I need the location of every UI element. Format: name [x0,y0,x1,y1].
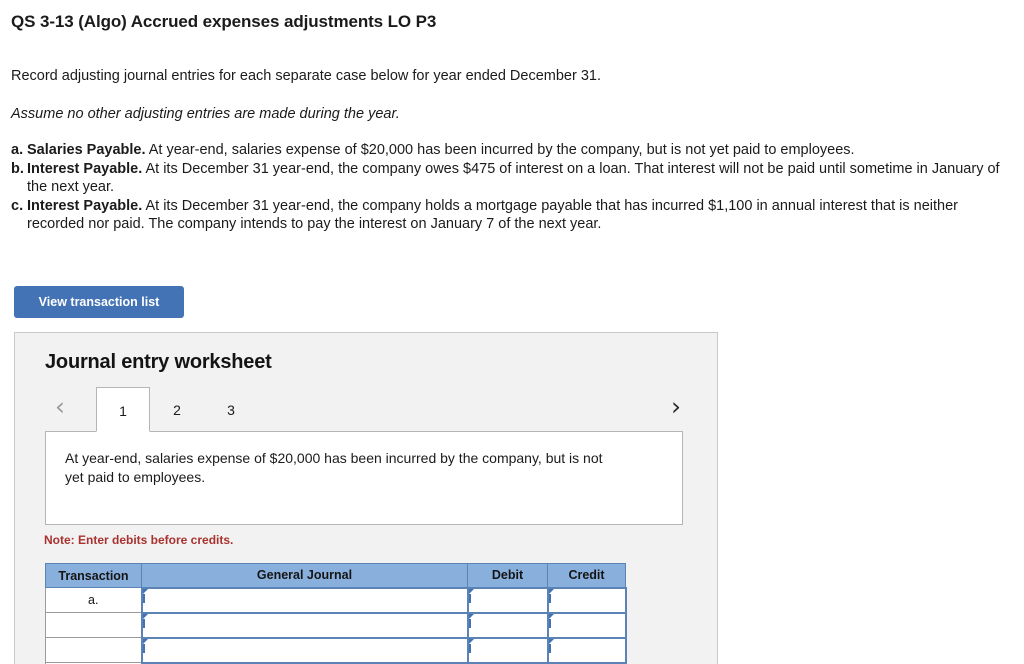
column-header-debit: Debit [467,563,548,588]
worksheet-description-box: At year-end, salaries expense of $20,000… [45,431,683,525]
column-header-credit: Credit [547,563,626,588]
worksheet-description-text: At year-end, salaries expense of $20,000… [65,450,603,485]
dropdown-flag-icon [548,613,554,628]
table-row [45,611,627,639]
chevron-left-icon[interactable]: ‹ [55,394,65,420]
debits-before-credits-note: Note: Enter debits before credits. [44,533,234,547]
input-general-journal-3[interactable] [140,636,469,664]
dropdown-flag-icon [142,638,148,653]
tab-2[interactable]: 2 [150,387,204,431]
case-marker-c: c. [11,197,24,214]
case-item-b: b. Interest Payable. At its December 31 … [11,160,1016,197]
case-item-c: c. Interest Payable. At its December 31 … [11,197,1016,234]
dropdown-flag-icon [142,588,148,603]
dropdown-flag-icon [142,613,148,628]
input-credit-1[interactable] [546,586,627,614]
dropdown-flag-icon [548,588,554,603]
chevron-right-icon[interactable]: › [671,394,681,420]
case-body-b: Interest Payable. At its December 31 yea… [27,160,1016,197]
input-general-journal-1[interactable] [140,586,469,614]
case-marker-b: b. [11,160,24,177]
dropdown-flag-icon [548,638,554,653]
journal-entry-table: Transaction General Journal Debit Credit… [45,563,627,664]
tab-3[interactable]: 3 [204,387,258,431]
case-text-c: At its December 31 year-end, the company… [27,197,958,233]
tab-1[interactable]: 1 [96,387,150,432]
case-list: a. Salaries Payable. At year-end, salari… [11,141,1016,234]
cell-transaction-3 [45,637,142,663]
worksheet-tabstrip: ‹ 1 2 3 › [39,387,695,432]
table-header-row: Transaction General Journal Debit Credit [45,563,626,588]
page-title: QS 3-13 (Algo) Accrued expenses adjustme… [11,12,437,31]
dropdown-flag-icon [468,613,474,628]
case-marker-a: a. [11,142,24,158]
cell-transaction-1: a. [45,587,142,613]
input-debit-2[interactable] [466,611,549,639]
journal-entry-worksheet-panel: Journal entry worksheet ‹ 1 2 3 › At yea… [14,332,718,664]
dropdown-flag-icon [468,638,474,653]
input-debit-1[interactable] [466,586,549,614]
case-body-c: Interest Payable. At its December 31 yea… [27,197,1016,234]
cell-transaction-2 [45,612,142,638]
case-text-b: At its December 31 year-end, the company… [27,160,1000,196]
column-header-general-journal: General Journal [141,563,468,588]
case-text-a: At year-end, salaries expense of $20,000… [145,142,855,158]
case-item-a: a. Salaries Payable. At year-end, salari… [11,141,1016,160]
case-body-a: Salaries Payable. At year-end, salaries … [27,141,1016,160]
table-row [45,636,627,664]
input-credit-2[interactable] [546,611,627,639]
dropdown-flag-icon [468,588,474,603]
question-instructions: Record adjusting journal entries for eac… [11,68,602,84]
question-assumption: Assume no other adjusting entries are ma… [11,106,400,122]
case-lead-a: Salaries Payable. [27,142,146,158]
page-root: QS 3-13 (Algo) Accrued expenses adjustme… [0,0,1024,664]
case-lead-b: Interest Payable. [27,160,143,177]
input-credit-3[interactable] [546,636,627,664]
input-general-journal-2[interactable] [140,611,469,639]
column-header-transaction: Transaction [45,563,142,588]
view-transaction-list-button[interactable]: View transaction list [14,286,184,318]
case-lead-c: Interest Payable. [27,197,143,214]
worksheet-title: Journal entry worksheet [45,351,272,373]
table-row: a. [45,586,627,614]
input-debit-3[interactable] [466,636,549,664]
